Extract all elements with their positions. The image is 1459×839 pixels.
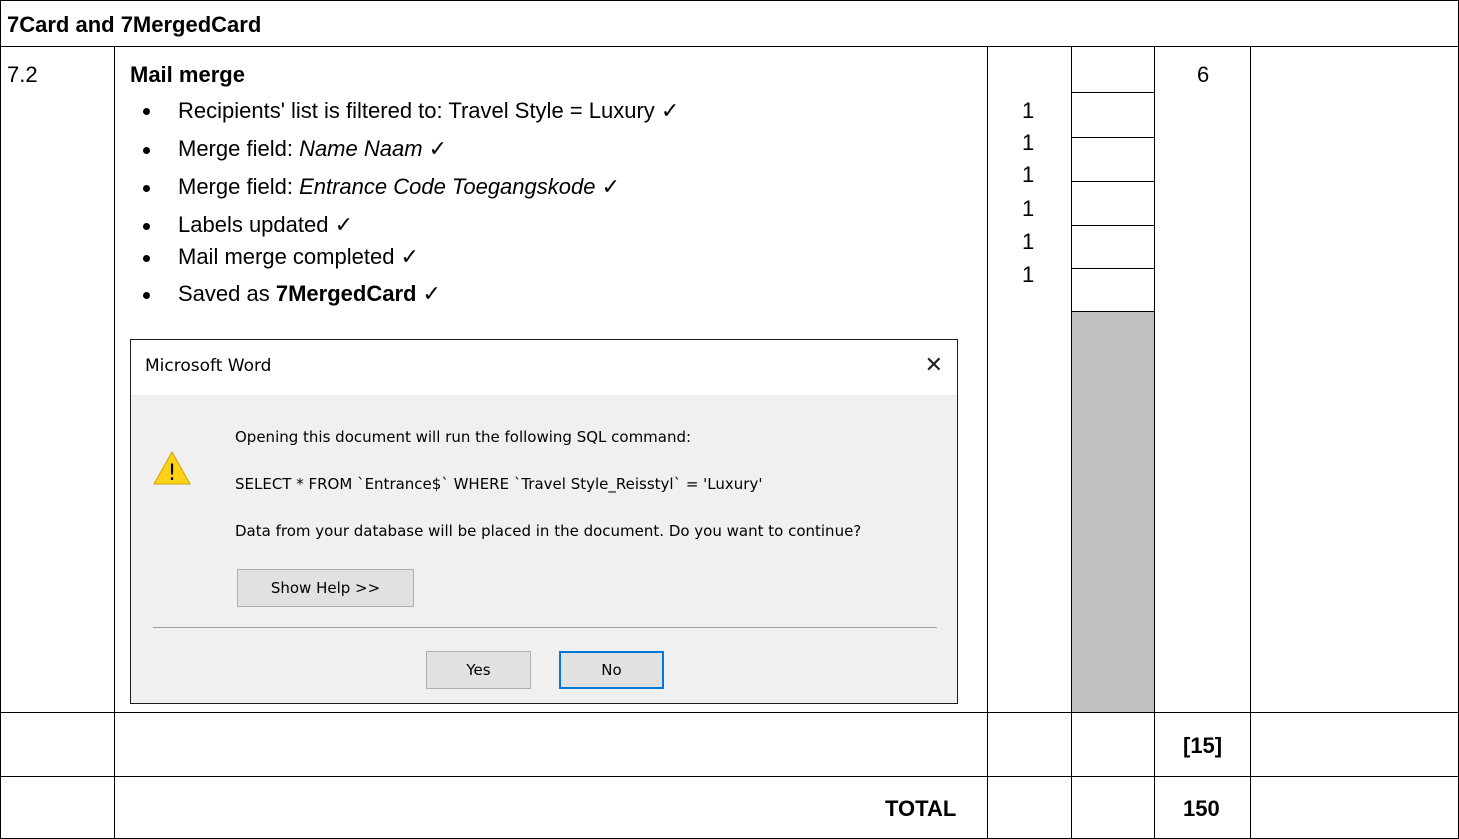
mark-1: 1 xyxy=(1022,98,1035,123)
checkmark-icon: ✓ xyxy=(416,281,441,306)
checkmark-icon: ✓ xyxy=(595,174,621,199)
shaded-markbox-area xyxy=(1072,312,1154,712)
question-number: 7.2 xyxy=(7,62,38,87)
mark-6: 1 xyxy=(1022,262,1035,287)
dialog-separator xyxy=(153,627,937,628)
max-mark: 6 xyxy=(1197,62,1210,87)
criterion-1: Recipients' list is filtered to: Travel … xyxy=(178,98,679,124)
section-header: 7Card and 7MergedCard xyxy=(7,12,262,37)
close-icon[interactable]: ✕ xyxy=(925,353,943,378)
bullet-1 xyxy=(143,108,150,115)
criterion-5-text: Mail merge completed xyxy=(178,244,401,269)
criterion-1-text: Recipients' list is filtered to: Travel … xyxy=(178,98,661,123)
markbox-line-5 xyxy=(1071,268,1154,269)
warning-icon: ! xyxy=(153,451,191,485)
mark-3: 1 xyxy=(1022,162,1035,187)
yes-button[interactable]: Yes xyxy=(426,651,531,689)
dialog-message-sql: SELECT * FROM `Entrance$` WHERE `Travel … xyxy=(235,475,763,493)
criterion-6-text: Saved as xyxy=(178,281,276,306)
mark-4: 1 xyxy=(1022,196,1035,221)
show-help-button[interactable]: Show Help >> xyxy=(237,569,414,607)
dialog-titlebar: Microsoft Word ✕ xyxy=(131,340,957,395)
criterion-6: Saved as 7MergedCard ✓ xyxy=(178,281,441,307)
no-button[interactable]: No xyxy=(559,651,664,689)
col-line-5 xyxy=(1250,46,1251,839)
subtotal-value: [15] xyxy=(1183,733,1223,758)
dialog-title: Microsoft Word xyxy=(145,356,272,376)
row-divider-1 xyxy=(0,712,1459,713)
bullet-3 xyxy=(143,185,150,192)
col-line-1 xyxy=(114,46,115,839)
total-label: TOTAL xyxy=(885,796,957,821)
word-dialog: Microsoft Word ✕ ! Opening this document… xyxy=(130,339,958,704)
bullet-4 xyxy=(143,223,150,230)
col-line-4 xyxy=(1154,46,1155,839)
criterion-3-text: Merge field: xyxy=(178,174,300,199)
criterion-3: Merge field: Entrance Code Toegangskode … xyxy=(178,174,620,200)
bullet-5 xyxy=(143,255,150,262)
markbox-line-1 xyxy=(1071,92,1154,93)
mark-2: 1 xyxy=(1022,130,1035,155)
dialog-message-2: Data from your database will be placed i… xyxy=(235,522,862,540)
checkmark-icon: ✓ xyxy=(334,212,354,237)
total-value: 150 xyxy=(1183,796,1220,821)
criterion-3-field: Entrance Code Toegangskode xyxy=(299,174,596,199)
table-border-top xyxy=(0,0,1459,1)
question-title: Mail merge xyxy=(130,62,245,87)
table-border-left xyxy=(0,0,1,839)
criterion-5: Mail merge completed ✓ xyxy=(178,244,419,270)
checkmark-icon: ✓ xyxy=(660,98,680,123)
col-line-2 xyxy=(987,46,988,839)
mark-5: 1 xyxy=(1022,229,1035,254)
header-divider xyxy=(0,46,1459,47)
checkmark-icon: ✓ xyxy=(400,244,419,269)
markbox-line-4 xyxy=(1071,225,1154,226)
criterion-6-filename: 7MergedCard xyxy=(275,281,417,306)
criterion-4: Labels updated ✓ xyxy=(178,212,353,238)
bullet-2 xyxy=(143,147,150,154)
criterion-2-field: Name Naam xyxy=(299,136,423,161)
dialog-message-1: Opening this document will run the follo… xyxy=(235,428,692,446)
criterion-4-text: Labels updated xyxy=(178,212,335,237)
markbox-line-2 xyxy=(1071,137,1154,138)
criterion-2-text: Merge field: xyxy=(178,136,300,161)
markbox-line-3 xyxy=(1071,181,1154,182)
criterion-2: Merge field: Name Naam ✓ xyxy=(178,136,447,162)
row-divider-2 xyxy=(0,776,1459,777)
checkmark-icon: ✓ xyxy=(422,136,448,161)
bullet-6 xyxy=(143,292,150,299)
warning-glyph: ! xyxy=(168,461,177,485)
